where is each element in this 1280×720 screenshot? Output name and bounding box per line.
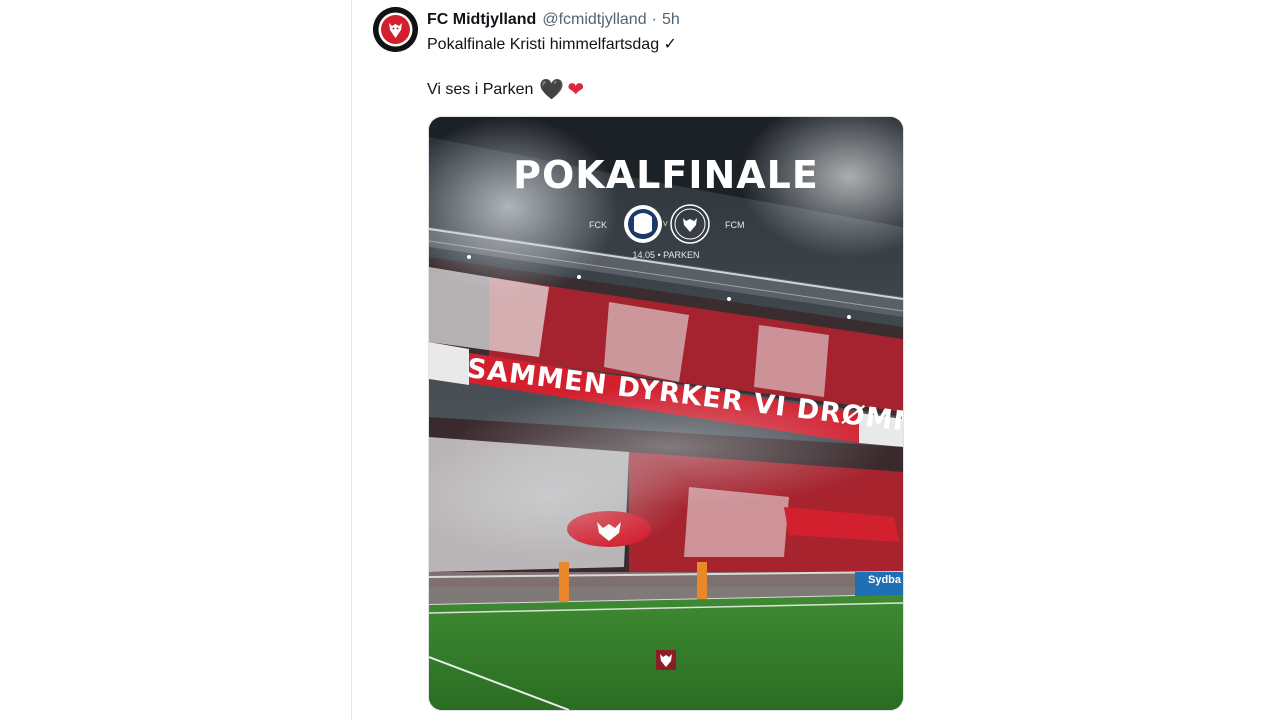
poster-date-venue: 14.05 • PARKEN	[632, 250, 700, 260]
tweet-header: FC Midtjylland @fcmidtjylland · 5h	[427, 10, 680, 30]
red-heart-icon: ❤	[567, 79, 585, 101]
fc-midtjylland-crest-icon	[373, 7, 418, 52]
poster-team-right: FCM	[725, 220, 745, 230]
display-name[interactable]: FC Midtjylland	[427, 10, 536, 30]
separator-dot: ·	[651, 11, 657, 28]
ad-board-text: Sydba	[868, 574, 902, 586]
tweet-text-line1: Pokalfinale Kristi himmelfartsdag ✓	[427, 36, 677, 53]
avatar[interactable]	[373, 7, 418, 52]
tweet-text-line2: Vi ses i Parken 🖤 ❤	[427, 80, 584, 100]
timestamp[interactable]: 5h	[662, 10, 680, 30]
user-handle[interactable]: @fcmidtjylland	[542, 10, 646, 30]
poster-team-left: FCK	[589, 220, 607, 230]
tweet-media-image[interactable]: POKALFINALE FCK V FCM 14.05 • PARKEN SAM…	[428, 116, 904, 711]
poster-versus: V	[663, 221, 668, 228]
tweet-text-line2-label: Vi ses i Parken	[427, 81, 534, 98]
tweet-view: FC Midtjylland @fcmidtjylland · 5h Pokal…	[0, 0, 1280, 720]
black-heart-icon: 🖤	[539, 79, 565, 101]
timeline-divider	[351, 0, 352, 720]
poster-title: POKALFINALE	[513, 153, 819, 197]
